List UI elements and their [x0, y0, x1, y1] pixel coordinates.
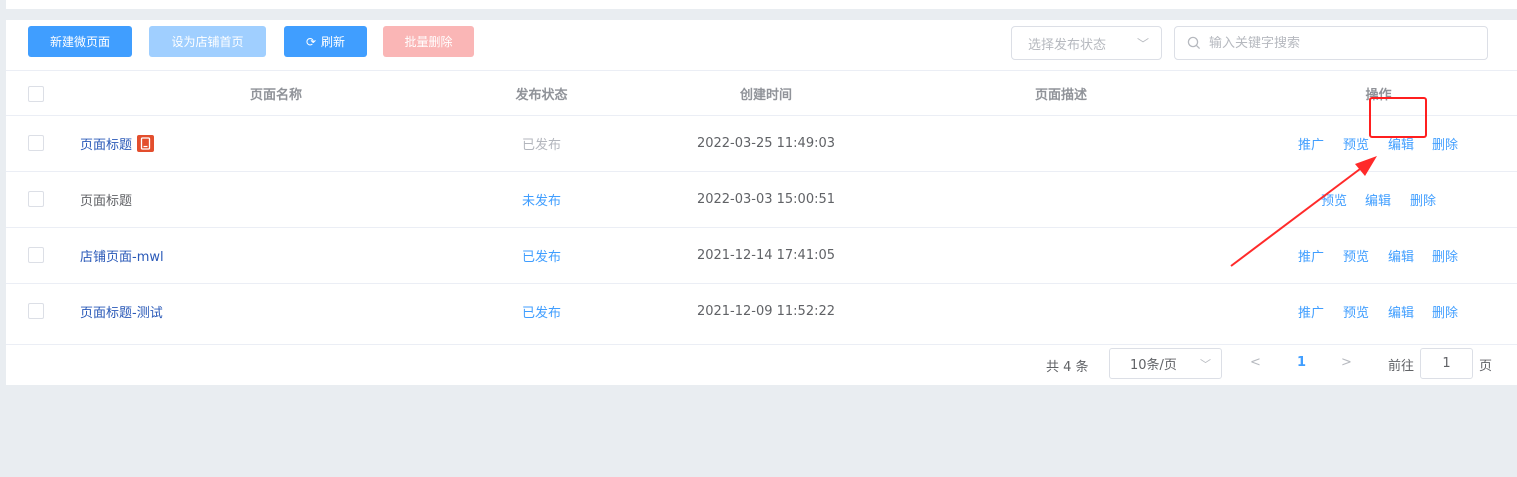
pagination: 共 4 条 10条/页 ﹀ < 1 > 前往 页 — [6, 344, 1517, 385]
search-box[interactable] — [1174, 26, 1488, 60]
chevron-down-icon: ﹀ — [1200, 358, 1211, 371]
row-name-text: 页面标题 — [80, 138, 133, 153]
row-name[interactable]: 页面标题 — [80, 172, 480, 227]
delete-link[interactable]: 删除 — [1432, 116, 1458, 171]
top-strip — [6, 0, 1517, 9]
table-row: 页面标题 已发布 2022-03-25 11:49:03 推广 预览 编辑 删除 — [6, 115, 1517, 171]
row-desc — [986, 116, 1136, 171]
row-desc — [986, 172, 1136, 227]
edit-link[interactable]: 编辑 — [1365, 172, 1391, 227]
preview-link[interactable]: 预览 — [1343, 116, 1369, 171]
row-status: 已发布 — [521, 138, 561, 153]
row-checkbox[interactable] — [28, 191, 44, 207]
search-input[interactable] — [1209, 35, 1469, 51]
annotation-highlight-box — [1369, 97, 1427, 138]
status-select-placeholder: 选择发布状态 — [1028, 37, 1107, 53]
status-select[interactable]: 选择发布状态 ﹀ — [1011, 26, 1162, 60]
pagination-total: 共 4 条 — [1046, 360, 1089, 375]
row-name-text: 店铺页面-mwl — [80, 250, 164, 265]
delete-link[interactable]: 删除 — [1432, 284, 1458, 339]
search-icon — [1187, 36, 1201, 50]
promote-link[interactable]: 推广 — [1298, 228, 1324, 283]
row-name[interactable]: 页面标题 — [80, 116, 480, 171]
page-table: 页面名称 发布状态 创建时间 页面描述 操作 页面标题 已发布 2022-03-… — [6, 70, 1517, 339]
batch-delete-button[interactable]: 批量删除 — [383, 26, 474, 57]
goto-unit: 页 — [1479, 359, 1493, 374]
refresh-button-label: 刷新 — [321, 35, 346, 49]
page-list-panel: 新建微页面 设为店铺首页 ⟳ 刷新 批量删除 选择发布状态 ﹀ 页面名称 — [6, 20, 1517, 385]
goto-page-input[interactable] — [1420, 348, 1473, 379]
page-size-select[interactable]: 10条/页 ﹀ — [1109, 348, 1222, 379]
preview-link[interactable]: 预览 — [1343, 228, 1369, 283]
header-created: 创建时间 — [739, 87, 792, 103]
promote-link[interactable]: 推广 — [1298, 116, 1324, 171]
page-number-current[interactable]: 1 — [1297, 355, 1306, 370]
row-status: 已发布 — [521, 306, 561, 321]
row-checkbox[interactable] — [28, 135, 44, 151]
edit-link[interactable]: 编辑 — [1388, 228, 1414, 283]
new-page-button-label: 新建微页面 — [49, 35, 110, 49]
preview-link[interactable]: 预览 — [1321, 172, 1347, 227]
refresh-button[interactable]: ⟳ 刷新 — [284, 26, 367, 57]
row-desc — [986, 228, 1136, 283]
goto-label: 前往 — [1388, 359, 1415, 374]
row-name-text: 页面标题 — [80, 194, 133, 209]
mobile-page-icon — [137, 135, 155, 152]
page-size-value: 10条/页 — [1130, 358, 1177, 373]
header-desc: 页面描述 — [1034, 87, 1087, 103]
refresh-icon: ⟳ — [305, 34, 317, 49]
edit-link[interactable]: 编辑 — [1388, 284, 1414, 339]
row-status: 已发布 — [521, 250, 561, 265]
set-home-button-label: 设为店铺首页 — [171, 35, 244, 49]
row-checkbox[interactable] — [28, 303, 44, 319]
preview-link[interactable]: 预览 — [1343, 284, 1369, 339]
table-row: 页面标题 未发布 2022-03-03 15:00:51 预览 编辑 删除 — [6, 171, 1517, 227]
batch-delete-button-label: 批量删除 — [404, 35, 453, 49]
row-status: 未发布 — [521, 194, 561, 209]
table-header: 页面名称 发布状态 创建时间 页面描述 操作 — [6, 70, 1517, 115]
header-name: 页面名称 — [249, 87, 302, 103]
delete-link[interactable]: 删除 — [1432, 228, 1458, 283]
row-name-text: 页面标题-测试 — [80, 306, 163, 321]
row-name[interactable]: 页面标题-测试 — [80, 284, 480, 339]
header-status: 发布状态 — [515, 87, 568, 103]
new-page-button[interactable]: 新建微页面 — [28, 26, 132, 57]
row-created: 2021-12-09 11:52:22 — [696, 304, 836, 319]
toolbar: 新建微页面 设为店铺首页 ⟳ 刷新 批量删除 选择发布状态 ﹀ — [6, 20, 1517, 70]
row-created: 2021-12-14 17:41:05 — [696, 248, 836, 263]
table-row: 店铺页面-mwl 已发布 2021-12-14 17:41:05 推广 预览 编… — [6, 227, 1517, 283]
delete-link[interactable]: 删除 — [1410, 172, 1436, 227]
prev-page-icon[interactable]: < — [1250, 355, 1261, 370]
row-created: 2022-03-03 15:00:51 — [696, 192, 836, 207]
promote-link[interactable]: 推广 — [1298, 284, 1324, 339]
next-page-icon[interactable]: > — [1341, 355, 1352, 370]
chevron-down-icon: ﹀ — [1136, 37, 1149, 51]
row-desc — [986, 284, 1136, 339]
row-checkbox[interactable] — [28, 247, 44, 263]
row-created: 2022-03-25 11:49:03 — [696, 136, 836, 151]
table-row: 页面标题-测试 已发布 2021-12-09 11:52:22 推广 预览 编辑… — [6, 283, 1517, 339]
row-name[interactable]: 店铺页面-mwl — [80, 228, 480, 283]
set-home-button[interactable]: 设为店铺首页 — [149, 26, 266, 57]
